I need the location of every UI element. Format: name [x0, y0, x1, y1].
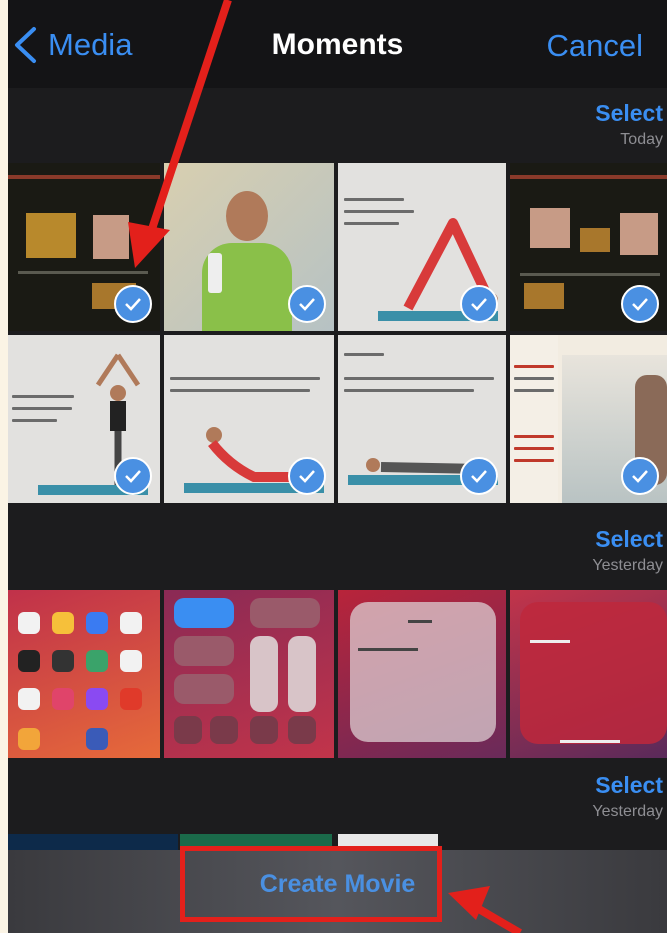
annotation-overlay [128, 0, 523, 933]
annotation-arrow-top [146, 0, 232, 237]
annotation-arrowhead-top [128, 222, 170, 268]
annotation-highlight-box [180, 846, 442, 922]
